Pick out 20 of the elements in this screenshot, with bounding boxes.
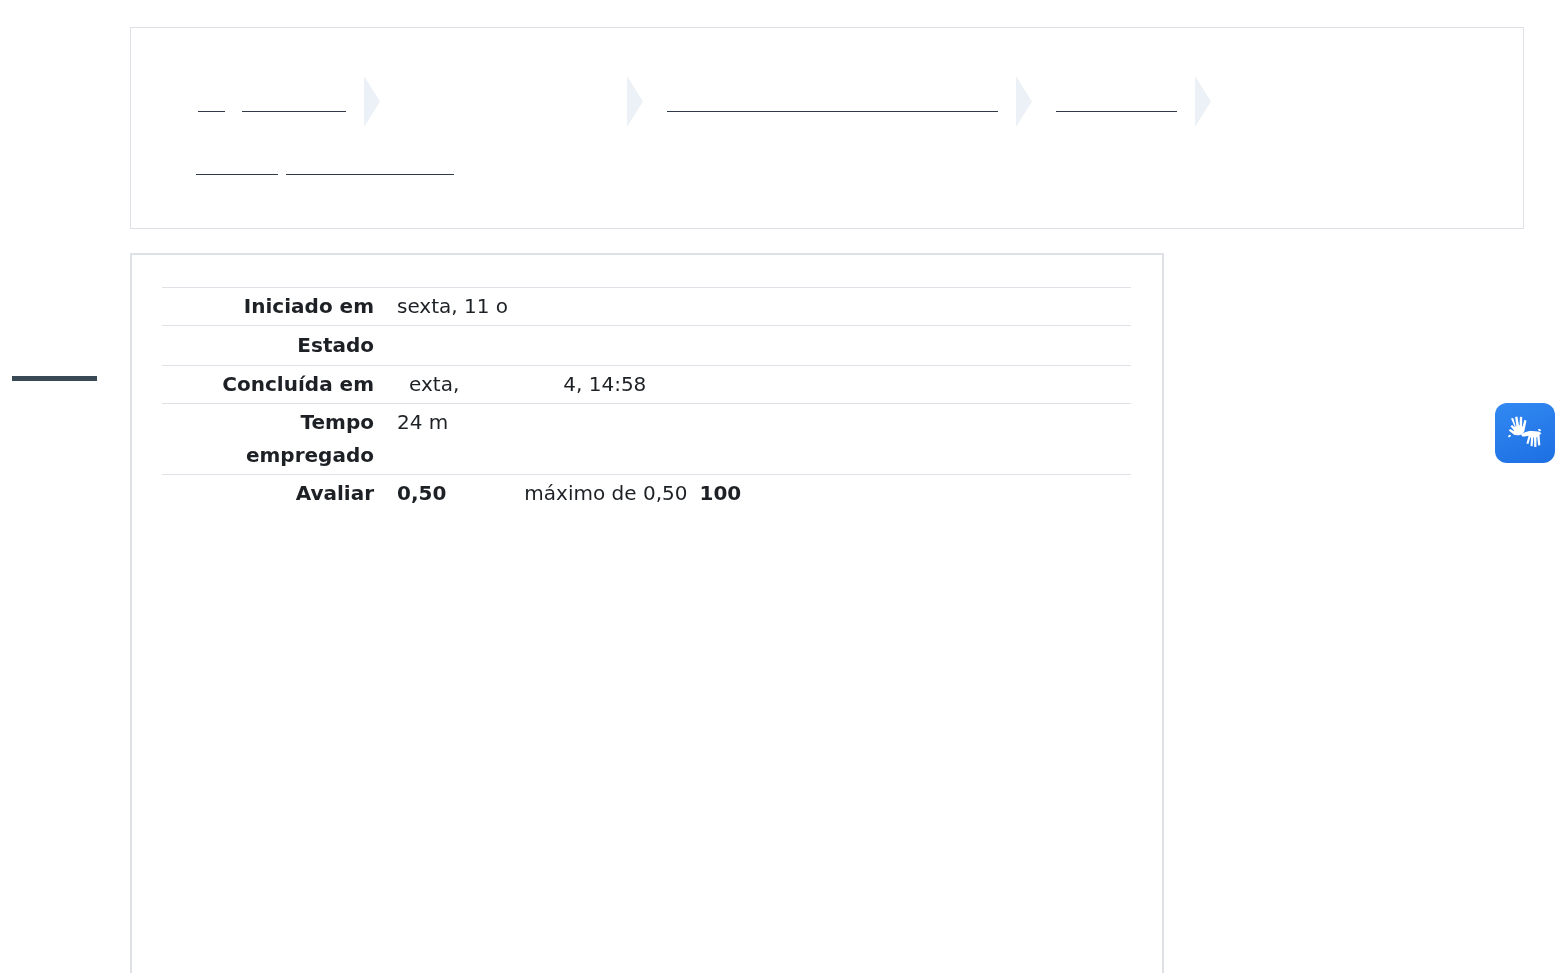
field-label: Avaliar xyxy=(162,474,386,512)
field-label: Tempo empregado xyxy=(162,403,386,475)
field-value: exta, xyxy=(409,372,460,396)
field-value: 100 xyxy=(699,481,742,505)
field-value: sexta, 11 o xyxy=(397,294,509,318)
sign-language-button[interactable] xyxy=(1495,403,1555,463)
field-value: 24 m xyxy=(397,410,449,434)
link-underline[interactable] xyxy=(196,174,278,175)
field-value: máximo de 0,50 xyxy=(524,481,688,505)
field-value: 4, 14:58 xyxy=(563,372,647,396)
field-label: Iniciado em xyxy=(162,287,386,326)
link-underline[interactable] xyxy=(1056,111,1177,112)
field-label: Estado xyxy=(162,325,386,366)
link-underline[interactable] xyxy=(286,174,454,175)
hands-icon xyxy=(1507,416,1543,450)
field-value: 0,50 xyxy=(397,481,447,505)
link-underline[interactable] xyxy=(667,111,998,112)
link-underline[interactable] xyxy=(198,111,225,112)
field-label: Concluída em xyxy=(162,365,386,404)
link-underline[interactable] xyxy=(242,111,346,112)
